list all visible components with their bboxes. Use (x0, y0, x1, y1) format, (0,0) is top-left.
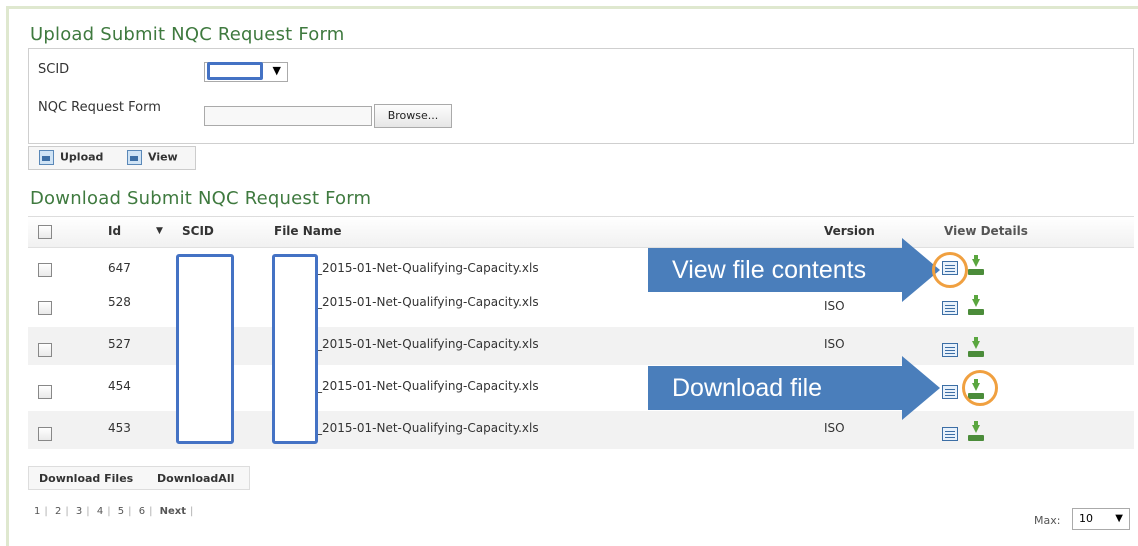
view-file-contents-callout: View file contents (648, 248, 904, 292)
row-id: 453 (108, 421, 131, 435)
row-id: 528 (108, 295, 131, 309)
redacted-scid-value (207, 62, 263, 80)
row-version: ISO (824, 421, 845, 435)
pager-separator: | (65, 506, 69, 517)
download-file-icon[interactable] (968, 295, 984, 315)
view-button-label: View (148, 150, 178, 164)
browse-button[interactable]: Browse... (374, 104, 452, 128)
page-link[interactable]: 2 (55, 506, 61, 517)
scid-select[interactable]: ▼ (204, 62, 288, 82)
upload-icon (39, 150, 54, 165)
download-files-button[interactable]: Download Files (39, 472, 133, 485)
row-file-name: _2015-01-Net-Qualifying-Capacity.xls (316, 421, 539, 435)
pager-separator: | (86, 506, 90, 517)
upload-section-title: Upload Submit NQC Request Form (30, 24, 345, 45)
page-link[interactable]: 4 (97, 506, 103, 517)
download-file-icon[interactable] (968, 255, 984, 275)
row-id: 647 (108, 261, 131, 275)
chevron-down-icon: ▼ (1115, 513, 1123, 524)
max-rows-label: Max: (1034, 514, 1061, 527)
view-file-icon[interactable] (942, 385, 958, 399)
view-button[interactable]: View (127, 150, 178, 165)
row-version: ISO (824, 299, 845, 313)
pagination: 1 | 2 | 3 | 4 | 5 | 6 | Next | (34, 506, 197, 517)
grid-header: Id ▼ SCID File Name Version View Details (28, 217, 1134, 248)
download-file-icon[interactable] (968, 337, 984, 357)
pager-separator: | (128, 506, 132, 517)
row-checkbox[interactable] (38, 427, 52, 441)
next-page-link[interactable]: Next (160, 506, 186, 517)
column-header-view-details: View Details (944, 224, 1028, 238)
view-file-icon[interactable] (942, 343, 958, 357)
row-file-name: _2015-01-Net-Qualifying-Capacity.xls (316, 379, 539, 393)
view-file-icon[interactable] (942, 427, 958, 441)
row-file-name: _2015-01-Net-Qualifying-Capacity.xls (316, 261, 539, 275)
row-id: 454 (108, 379, 131, 393)
upload-button[interactable]: Upload (39, 150, 103, 165)
view-file-icon[interactable] (942, 301, 958, 315)
row-checkbox[interactable] (38, 301, 52, 315)
upload-form-panel (28, 48, 1134, 144)
download-toolbar: Download Files DownloadAll (28, 466, 250, 490)
page-link[interactable]: 1 (34, 506, 40, 517)
page-link[interactable]: 3 (76, 506, 82, 517)
select-all-checkbox[interactable] (38, 225, 52, 239)
scid-label: SCID (38, 62, 70, 77)
row-checkbox[interactable] (38, 263, 52, 277)
upload-toolbar: Upload View (28, 146, 196, 170)
sort-desc-icon[interactable]: ▼ (156, 226, 163, 236)
callout-arrow-icon (902, 356, 940, 420)
max-rows-select[interactable]: 10 ▼ (1072, 508, 1130, 530)
file-path-input[interactable] (204, 106, 372, 126)
redacted-scid-column (176, 254, 234, 444)
row-file-name: _2015-01-Net-Qualifying-Capacity.xls (316, 337, 539, 351)
redacted-file-prefix-column (272, 254, 318, 444)
row-version: ISO (824, 337, 845, 351)
download-file-callout: Download file (648, 366, 906, 410)
download-file-icon[interactable] (968, 421, 984, 441)
download-all-button[interactable]: DownloadAll (157, 472, 234, 485)
chevron-down-icon: ▼ (272, 64, 281, 77)
row-checkbox[interactable] (38, 343, 52, 357)
page-link[interactable]: 5 (118, 506, 124, 517)
download-section-title: Download Submit NQC Request Form (30, 188, 372, 209)
row-file-name: _2015-01-Net-Qualifying-Capacity.xls (316, 295, 539, 309)
pager-separator: | (107, 506, 111, 517)
pager-separator: | (44, 506, 48, 517)
column-header-id[interactable]: Id (108, 224, 121, 238)
download-icon-highlight (962, 370, 998, 406)
pager-separator: | (149, 506, 153, 517)
view-icon (127, 150, 142, 165)
row-id: 527 (108, 337, 131, 351)
row-checkbox[interactable] (38, 385, 52, 399)
view-icon-highlight (932, 252, 968, 288)
max-rows-value: 10 (1079, 512, 1093, 525)
column-header-file-name[interactable]: File Name (274, 224, 342, 238)
column-header-scid[interactable]: SCID (182, 224, 214, 238)
column-header-version[interactable]: Version (824, 224, 875, 238)
upload-button-label: Upload (60, 150, 104, 164)
nqc-request-form-label: NQC Request Form (38, 100, 161, 115)
pager-separator: | (190, 506, 194, 517)
page-link[interactable]: 6 (139, 506, 145, 517)
